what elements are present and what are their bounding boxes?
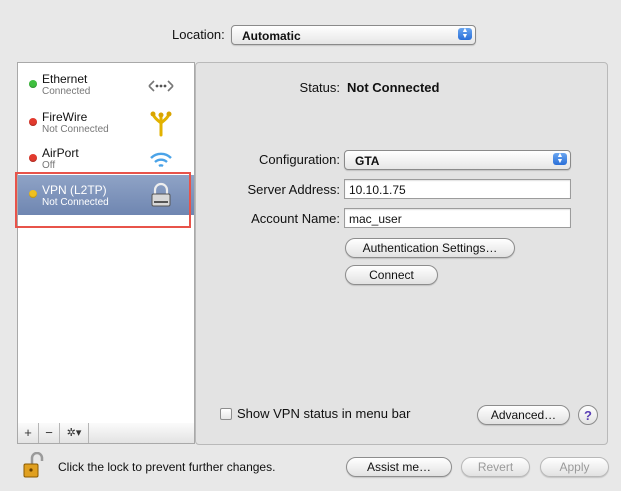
service-status: Off (42, 160, 56, 171)
popup-arrows-icon: ▲ ▼ (458, 27, 472, 40)
service-list-toolbar: + − ✲▾ (17, 423, 195, 444)
location-label: Location: (172, 27, 225, 42)
apply-button[interactable]: Apply (540, 457, 609, 477)
lock-message: Click the lock to prevent further change… (58, 460, 276, 474)
service-name: FireWire (42, 110, 88, 124)
help-button[interactable]: ? (578, 405, 598, 425)
account-name-field[interactable]: mac_user (344, 208, 571, 228)
authentication-settings-button[interactable]: Authentication Settings… (345, 238, 515, 258)
location-popup[interactable]: Automatic ▲ ▼ (231, 25, 476, 45)
show-vpn-status-checkbox[interactable] (220, 408, 232, 420)
configuration-popup[interactable]: GTA ▲ ▼ (344, 150, 571, 170)
remove-service-button[interactable]: − (39, 423, 60, 443)
service-name: AirPort (42, 146, 79, 160)
open-lock-icon[interactable] (22, 452, 50, 478)
server-address-label: Server Address: (247, 182, 341, 197)
status-label: Status: (299, 80, 340, 95)
status-dot (29, 154, 37, 162)
gear-menu-button[interactable]: ✲▾ (60, 423, 89, 443)
network-service-list: Ethernet Connected FireWire Not Connecte… (17, 62, 195, 425)
account-name-label: Account Name: (251, 211, 340, 226)
service-item-ethernet[interactable]: Ethernet Connected (18, 67, 194, 103)
revert-button[interactable]: Revert (461, 457, 530, 477)
service-item-firewire[interactable]: FireWire Not Connected (18, 105, 194, 141)
configuration-label: Configuration: (259, 152, 340, 167)
location-value: Automatic (242, 29, 301, 43)
status-dot (29, 80, 37, 88)
connect-button[interactable]: Connect (345, 265, 438, 285)
show-vpn-status-label: Show VPN status in menu bar (237, 406, 411, 421)
airport-wifi-icon (150, 152, 172, 168)
advanced-button[interactable]: Advanced… (477, 405, 570, 425)
service-status: Connected (42, 86, 91, 97)
firewire-icon (150, 111, 172, 137)
status-dot (29, 118, 37, 126)
assist-me-button[interactable]: Assist me… (346, 457, 452, 477)
status-value: Not Connected (347, 80, 440, 95)
ethernet-icon (148, 80, 174, 92)
server-address-field[interactable]: 10.10.1.75 (344, 179, 571, 199)
selection-highlight (15, 172, 191, 228)
service-status: Not Connected (42, 124, 109, 135)
add-service-button[interactable]: + (18, 423, 39, 443)
popup-arrows-icon: ▲ ▼ (553, 152, 567, 165)
configuration-value: GTA (355, 154, 380, 168)
service-name: Ethernet (42, 72, 88, 86)
